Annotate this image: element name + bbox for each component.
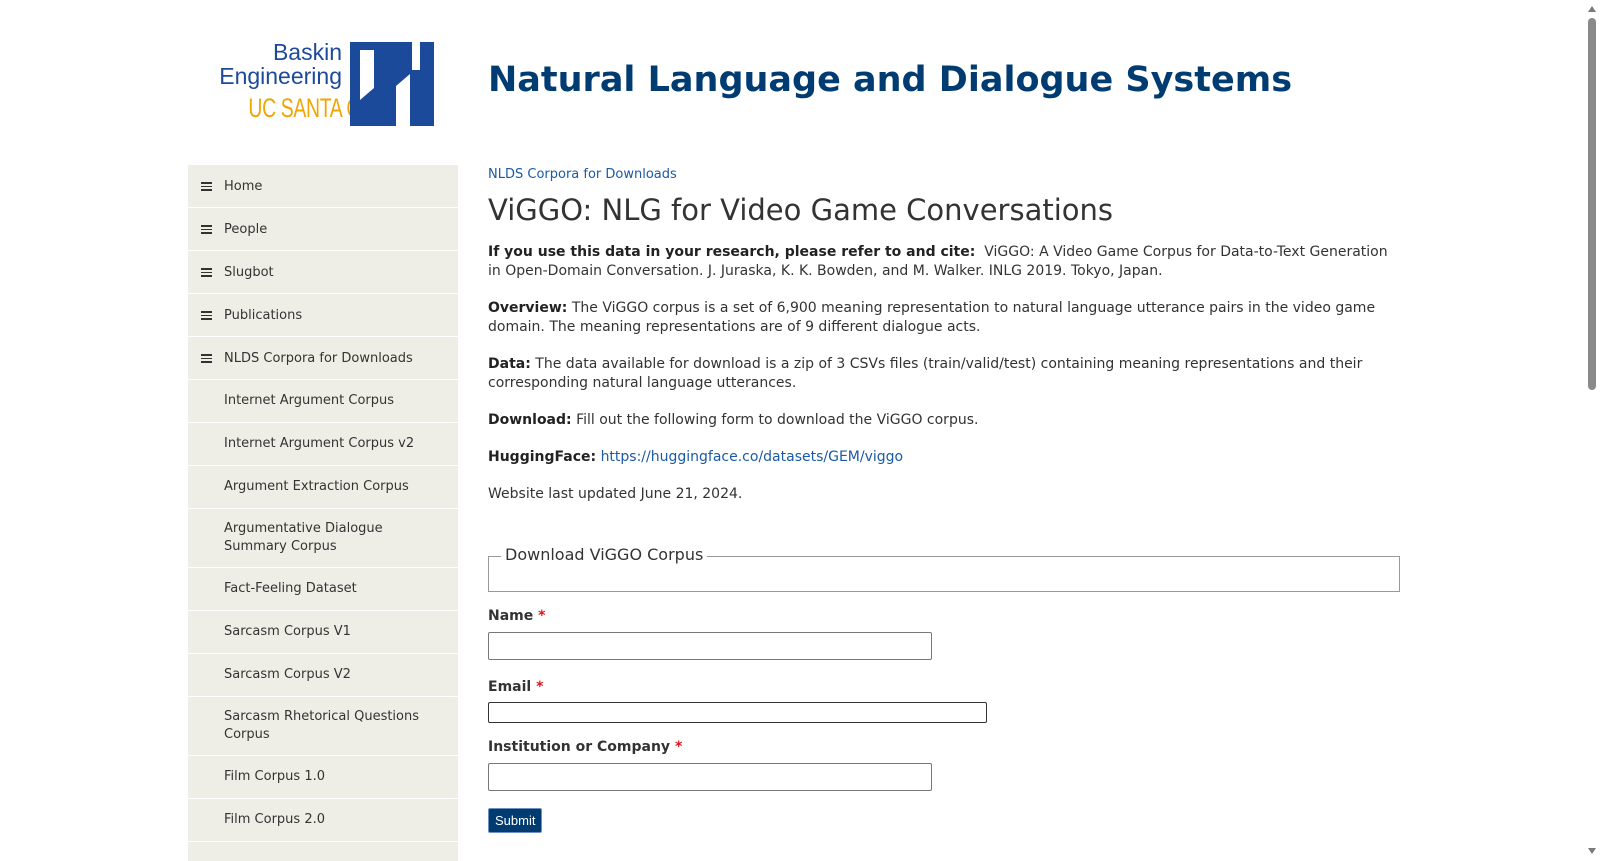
sidebar-subitem[interactable]: Film Corpus 2.0 (188, 799, 458, 842)
form-legend: Download ViGGO Corpus (501, 545, 708, 564)
citation-label: If you use this data in your research, p… (488, 244, 976, 260)
name-input[interactable] (488, 632, 932, 660)
download-paragraph: Download: Fill out the following form to… (488, 411, 1400, 430)
baskin-logo-mark-icon (350, 42, 434, 126)
data-label: Data: (488, 356, 531, 372)
baskin-engineering-logo[interactable]: Baskin Engineering UC SANTA CRUZ (212, 40, 434, 130)
sidebar-subitem[interactable]: Film Corpus 1.0 (188, 756, 458, 799)
menu-icon (201, 225, 212, 234)
menu-icon (201, 182, 212, 191)
sidebar-subitem[interactable]: Sarcasm Rhetorical Questions Corpus (188, 697, 458, 756)
sidebar-subitem[interactable]: Argumentative Dialogue Summary Corpus (188, 509, 458, 568)
overview-label: Overview: (488, 300, 568, 316)
menu-icon (201, 354, 212, 363)
logo-text-baskin: Baskin (272, 39, 342, 65)
sidebar-item-publications[interactable]: Publications (188, 294, 458, 337)
scrollbar-thumb[interactable] (1588, 18, 1596, 390)
sidebar-item-home[interactable]: Home (188, 165, 458, 208)
sidebar-subitem[interactable]: Sarcasm Corpus V1 (188, 611, 458, 654)
sidebar-item-people[interactable]: People (188, 208, 458, 251)
email-label: Email * (488, 679, 544, 695)
download-label: Download: (488, 412, 572, 428)
sidebar-subitem[interactable]: Argument Extraction Corpus (188, 466, 458, 509)
sidebar-item-label: Slugbot (224, 264, 274, 280)
required-marker: * (536, 679, 544, 695)
sidebar-subitem[interactable]: Internet Argument Corpus (188, 380, 458, 423)
download-form-fieldset: Download ViGGO Corpus (488, 545, 1400, 592)
menu-icon (201, 268, 212, 277)
vertical-scrollbar[interactable] (1584, 0, 1600, 861)
huggingface-link[interactable]: https://huggingface.co/datasets/GEM/vigg… (601, 449, 904, 465)
submit-button[interactable]: Submit (488, 808, 543, 833)
breadcrumb[interactable]: NLDS Corpora for Downloads (488, 167, 1400, 187)
data-text: The data available for download is a zip… (488, 356, 1363, 391)
email-input[interactable] (488, 702, 987, 723)
data-paragraph: Data: The data available for download is… (488, 355, 1400, 393)
sidebar-item-label: People (224, 221, 268, 237)
huggingface-paragraph: HuggingFace: https://huggingface.co/data… (488, 448, 1400, 467)
download-text: Fill out the following form to download … (576, 412, 979, 428)
sidebar-nav: Home People Slugbot Publications NLDS Co… (188, 165, 458, 861)
last-updated-text: Website last updated June 21, 2024. (488, 486, 743, 502)
main-content: NLDS Corpora for Downloads ViGGO: NLG fo… (488, 165, 1400, 833)
sidebar-subitem[interactable]: Fact-Feeling Dataset (188, 568, 458, 611)
huggingface-label: HuggingFace: (488, 449, 597, 465)
required-marker: * (538, 608, 546, 624)
scroll-down-arrow-icon[interactable] (1588, 848, 1596, 854)
sidebar-item-slugbot[interactable]: Slugbot (188, 251, 458, 294)
sidebar-subitem[interactable]: Internet Argument Corpus v2 (188, 423, 458, 466)
scroll-up-arrow-icon[interactable] (1588, 6, 1596, 12)
sidebar-item-label: NLDS Corpora for Downloads (224, 350, 413, 366)
overview-text: The ViGGO corpus is a set of 6,900 meani… (488, 300, 1376, 335)
logo-text-ucsc: UC SANTA CRUZ (248, 93, 399, 123)
sidebar-item-label: Home (224, 178, 263, 194)
logo-text-engineering: Engineering (219, 63, 342, 89)
citation-paragraph: If you use this data in your research, p… (488, 243, 1400, 281)
name-label: Name * (488, 608, 546, 624)
overview-paragraph: Overview: The ViGGO corpus is a set of 6… (488, 299, 1400, 337)
site-header: Baskin Engineering UC SANTA CRUZ Natural… (0, 0, 1584, 160)
site-title[interactable]: Natural Language and Dialogue Systems (488, 60, 1292, 100)
sidebar-subitem[interactable]: Sarcasm Corpus V2 (188, 654, 458, 697)
institution-input[interactable] (488, 763, 932, 791)
institution-label: Institution or Company * (488, 739, 683, 755)
sidebar-item-corpora[interactable]: NLDS Corpora for Downloads (188, 337, 458, 380)
required-marker: * (674, 739, 683, 755)
page-title: ViGGO: NLG for Video Game Conversations (488, 193, 1114, 227)
menu-icon (201, 311, 212, 320)
sidebar-item-label: Publications (224, 307, 303, 323)
